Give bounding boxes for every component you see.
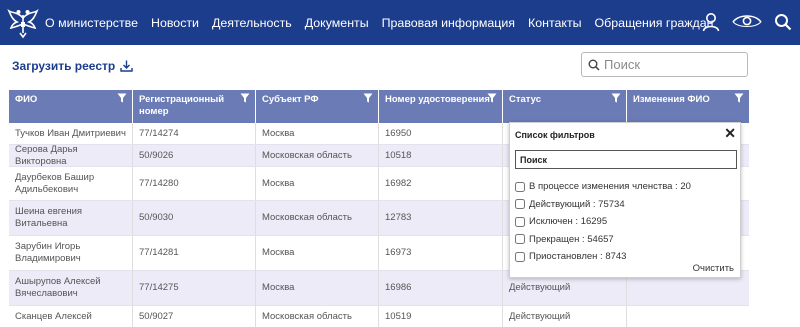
- cell-certificate-number: 12783: [379, 201, 503, 235]
- column-header-label: Регистрационный номер: [139, 94, 225, 117]
- filter-option-terminated[interactable]: Прекращен : 54657: [515, 231, 691, 249]
- user-icon[interactable]: [702, 12, 720, 32]
- cell-reg-number: 50/9027: [133, 306, 256, 327]
- filter-checkbox[interactable]: [515, 181, 525, 192]
- filter-option-label: В процессе изменения членства : 20: [529, 181, 691, 193]
- registry-search-box[interactable]: [581, 52, 748, 77]
- nav-item-activity[interactable]: Деятельность: [212, 16, 292, 30]
- cell-region: Москва: [256, 167, 379, 200]
- search-icon[interactable]: [774, 13, 792, 31]
- main-menu: О министерстве Новости Деятельность Доку…: [45, 0, 713, 45]
- column-header-certificate-number[interactable]: Номер удостоверения: [379, 90, 503, 123]
- cell-name-changes: [627, 306, 749, 327]
- cell-fio: Зарубин Игорь Владимирович: [9, 236, 133, 270]
- filter-option-label: Приостановлен : 8743: [529, 251, 627, 263]
- cell-fio: Сканцев Алексей: [9, 306, 133, 327]
- cell-region: Москва: [256, 236, 379, 270]
- column-header-label: ФИО: [15, 94, 38, 105]
- cell-reg-number: 77/14274: [133, 123, 256, 144]
- filter-checkbox[interactable]: [515, 234, 525, 245]
- filter-option-label: Исключен : 16295: [529, 216, 608, 228]
- filter-search-input[interactable]: [515, 150, 737, 169]
- cell-status: Действующий: [503, 306, 627, 327]
- status-filter-popup: Список фильтров ✕ В процессе изменения ч…: [509, 122, 741, 278]
- nav-item-documents[interactable]: Документы: [305, 16, 369, 30]
- filter-checkbox[interactable]: [515, 251, 525, 262]
- header-icons: [690, 10, 792, 34]
- cell-reg-number: 50/9030: [133, 201, 256, 235]
- filter-icon[interactable]: [734, 93, 744, 103]
- filter-icon[interactable]: [487, 93, 497, 103]
- cell-certificate-number: 16950: [379, 123, 503, 144]
- column-header-name-changes[interactable]: Изменения ФИО: [627, 90, 749, 123]
- close-icon[interactable]: ✕: [724, 125, 736, 142]
- cell-region: Москва: [256, 271, 379, 305]
- filter-option-label: Действующий : 75734: [529, 198, 625, 210]
- cell-fio: Даурбеков Башир Адильбекович: [9, 167, 133, 200]
- column-header-label: Номер удостоверения: [385, 94, 490, 105]
- cell-reg-number: 50/9026: [133, 145, 256, 166]
- cell-region: Московская область: [256, 145, 379, 166]
- cell-certificate-number: 16982: [379, 167, 503, 200]
- filter-popup-title: Список фильтров: [515, 130, 595, 140]
- cell-reg-number: 77/14280: [133, 167, 256, 200]
- cell-certificate-number: 10519: [379, 306, 503, 327]
- filter-icon[interactable]: [611, 93, 621, 103]
- column-header-label: Субъект РФ: [262, 94, 319, 105]
- filter-icon[interactable]: [117, 93, 127, 103]
- cell-fio: Шеина евгения Витальевна: [9, 201, 133, 235]
- top-nav-bar: О министерстве Новости Деятельность Доку…: [0, 0, 800, 45]
- cell-fio: Серова Дарья Викторовна: [9, 144, 133, 167]
- filter-option-in-process[interactable]: В процессе изменения членства : 20: [515, 178, 691, 196]
- cell-region: Московская область: [256, 201, 379, 235]
- cell-reg-number: 77/14281: [133, 236, 256, 270]
- filter-option-active[interactable]: Действующий : 75734: [515, 196, 691, 214]
- table-header: ФИО Регистрационный номер Субъект РФ Ном…: [9, 90, 749, 123]
- nav-item-ministry[interactable]: О министерстве: [45, 16, 138, 30]
- filter-checkbox[interactable]: [515, 199, 525, 210]
- column-header-label: Изменения ФИО: [633, 94, 710, 105]
- cell-reg-number: 77/14275: [133, 271, 256, 305]
- column-header-reg-number[interactable]: Регистрационный номер: [133, 90, 256, 123]
- registry-search-input[interactable]: [604, 57, 734, 72]
- filter-icon[interactable]: [240, 93, 250, 103]
- filter-option-label: Прекращен : 54657: [529, 233, 614, 245]
- cell-certificate-number: 16986: [379, 271, 503, 305]
- table-row[interactable]: Сканцев Алексей 50/9027 Московская облас…: [9, 306, 749, 327]
- nav-item-contacts[interactable]: Контакты: [528, 16, 582, 30]
- column-header-fio[interactable]: ФИО: [9, 90, 133, 123]
- filter-checkbox[interactable]: [515, 216, 525, 227]
- column-header-region[interactable]: Субъект РФ: [256, 90, 379, 123]
- cell-region: Московская область: [256, 306, 379, 327]
- column-header-status[interactable]: Статус: [503, 90, 627, 123]
- filter-icon[interactable]: [363, 93, 373, 103]
- cell-certificate-number: 16973: [379, 236, 503, 270]
- upload-registry-link[interactable]: Загрузить реестр: [12, 59, 133, 73]
- filter-option-excluded[interactable]: Исключен : 16295: [515, 213, 691, 231]
- cell-fio: Ашырупов Алексей Вячеславович: [9, 271, 133, 305]
- nav-item-legal-info[interactable]: Правовая информация: [382, 16, 515, 30]
- filter-options-list: В процессе изменения членства : 20 Дейст…: [515, 178, 691, 266]
- nav-item-news[interactable]: Новости: [151, 16, 199, 30]
- emblem-logo-icon[interactable]: [6, 6, 40, 40]
- cell-fio: Тучков Иван Дмитриевич: [9, 123, 133, 144]
- column-header-label: Статус: [509, 94, 542, 105]
- cell-region: Москва: [256, 123, 379, 144]
- search-icon: [588, 59, 600, 71]
- upload-registry-label: Загрузить реестр: [12, 59, 116, 73]
- cell-certificate-number: 10518: [379, 145, 503, 166]
- download-icon: [120, 60, 133, 72]
- clear-filters-button[interactable]: Очистить: [693, 263, 734, 274]
- eye-icon[interactable]: [732, 13, 762, 31]
- filter-option-suspended[interactable]: Приостановлен : 8743: [515, 248, 691, 266]
